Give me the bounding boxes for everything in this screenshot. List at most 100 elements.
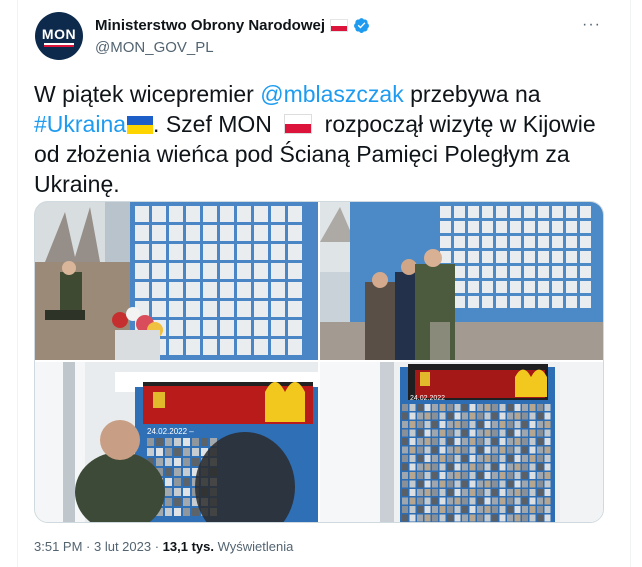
memorial-portrait xyxy=(439,463,446,471)
memorial-portrait xyxy=(468,266,479,278)
hashtag-link[interactable]: #Ukraina xyxy=(34,111,126,137)
memorial-portrait xyxy=(529,455,536,462)
memorial-portrait xyxy=(186,263,200,279)
memorial-portrait xyxy=(484,421,491,428)
memorial-portrait xyxy=(237,339,251,355)
memorial-portrait xyxy=(537,497,543,505)
memorial-portrait xyxy=(454,446,461,454)
memorial-portrait xyxy=(439,480,446,488)
memorial-portrait xyxy=(409,497,416,505)
memorial-portrait xyxy=(440,236,451,248)
memorial-portrait xyxy=(529,506,536,513)
memorial-portrait xyxy=(254,339,268,355)
memorial-portrait xyxy=(522,446,528,454)
mention-link[interactable]: @mblaszczak xyxy=(260,81,404,107)
memorial-portrait xyxy=(537,472,543,479)
memorial-portrait xyxy=(484,404,491,411)
photo-3[interactable]: 24.02.2022 – xyxy=(35,362,318,522)
memorial-portrait xyxy=(174,468,181,476)
memorial-portrait xyxy=(507,480,513,488)
memorial-portrait xyxy=(462,455,468,462)
memorial-portrait xyxy=(537,506,543,513)
memorial-portrait xyxy=(514,472,521,479)
display-name-row[interactable]: Ministerstwo Obrony Narodowej xyxy=(95,17,370,34)
memorial-portrait xyxy=(156,448,163,456)
memorial-portrait xyxy=(499,446,506,454)
photo-4[interactable]: 24.02.2022 xyxy=(320,362,603,522)
memorial-portrait xyxy=(165,508,172,516)
memorial-portrait xyxy=(169,282,183,298)
memorial-portrait xyxy=(409,446,416,454)
memorial-portrait xyxy=(402,421,408,428)
memorial-portrait xyxy=(538,266,549,278)
memorial-portrait xyxy=(152,206,166,222)
memorial-portrait xyxy=(566,281,577,293)
memorial-portrait xyxy=(544,506,551,513)
account-handle[interactable]: @MON_GOV_PL xyxy=(95,39,214,56)
memorial-portrait xyxy=(514,429,521,437)
memorial-portrait xyxy=(439,446,446,454)
memorial-portrait xyxy=(417,497,423,505)
memorial-portrait xyxy=(462,412,468,420)
memorial-portrait xyxy=(537,514,543,522)
memorial-portrait xyxy=(468,296,479,308)
memorial-portrait xyxy=(203,244,217,260)
verified-badge-icon xyxy=(354,18,369,33)
memorial-portrait xyxy=(454,251,465,263)
memorial-portrait xyxy=(580,221,591,233)
memorial-portrait xyxy=(462,404,468,411)
memorial-portrait xyxy=(192,458,199,466)
memorial-portrait xyxy=(482,266,493,278)
memorial-portrait xyxy=(454,404,461,411)
memorial-portrait xyxy=(439,421,446,428)
memorial-portrait xyxy=(469,506,476,513)
memorial-portrait xyxy=(499,514,506,522)
memorial-portrait xyxy=(537,480,543,488)
tweet-date[interactable]: 3 lut 2023 xyxy=(94,539,151,554)
memorial-portrait xyxy=(165,468,172,476)
memorial-portrait xyxy=(288,225,302,241)
memorial-portrait xyxy=(409,404,416,411)
photo-1[interactable] xyxy=(35,202,318,360)
memorial-portrait xyxy=(454,412,461,420)
memorial-portrait xyxy=(537,404,543,411)
memorial-portrait xyxy=(220,339,234,355)
tweet-time[interactable]: 3:51 PM xyxy=(34,539,82,554)
memorial-portrait xyxy=(477,404,483,411)
memorial-portrait xyxy=(417,480,423,488)
memorial-portrait xyxy=(203,263,217,279)
memorial-portrait xyxy=(469,455,476,462)
memorial-portrait xyxy=(454,266,465,278)
memorial-portrait xyxy=(417,446,423,454)
memorial-portrait xyxy=(510,266,521,278)
memorial-portrait xyxy=(439,506,446,513)
memorial-portrait xyxy=(409,480,416,488)
memorial-portrait xyxy=(424,455,431,462)
memorial-portrait xyxy=(220,225,234,241)
memorial-portrait xyxy=(220,320,234,336)
memorial-portrait xyxy=(417,472,423,479)
memorial-portrait xyxy=(552,266,563,278)
memorial-portrait xyxy=(510,296,521,308)
memorial-portrait xyxy=(510,236,521,248)
memorial-portrait xyxy=(492,421,498,428)
photo-2[interactable] xyxy=(320,202,603,360)
display-name[interactable]: Ministerstwo Obrony Narodowej xyxy=(95,17,325,34)
avatar[interactable]: MON xyxy=(35,12,83,60)
memorial-portrait xyxy=(492,404,498,411)
memorial-portrait xyxy=(186,282,200,298)
memorial-portrait xyxy=(537,463,543,471)
memorial-portrait xyxy=(237,320,251,336)
memorial-portrait xyxy=(507,446,513,454)
memorial-portrait xyxy=(484,497,491,505)
memorial-portrait xyxy=(544,446,551,454)
more-options-button[interactable]: ··· xyxy=(582,16,601,34)
memorial-portrait xyxy=(514,463,521,471)
memorial-portrait xyxy=(424,514,431,522)
memorial-portrait xyxy=(237,301,251,317)
memorial-portrait xyxy=(254,282,268,298)
memorial-portrait xyxy=(165,438,172,446)
memorial-portrait xyxy=(254,320,268,336)
memorial-portrait xyxy=(499,506,506,513)
memorial-portrait xyxy=(192,438,199,446)
